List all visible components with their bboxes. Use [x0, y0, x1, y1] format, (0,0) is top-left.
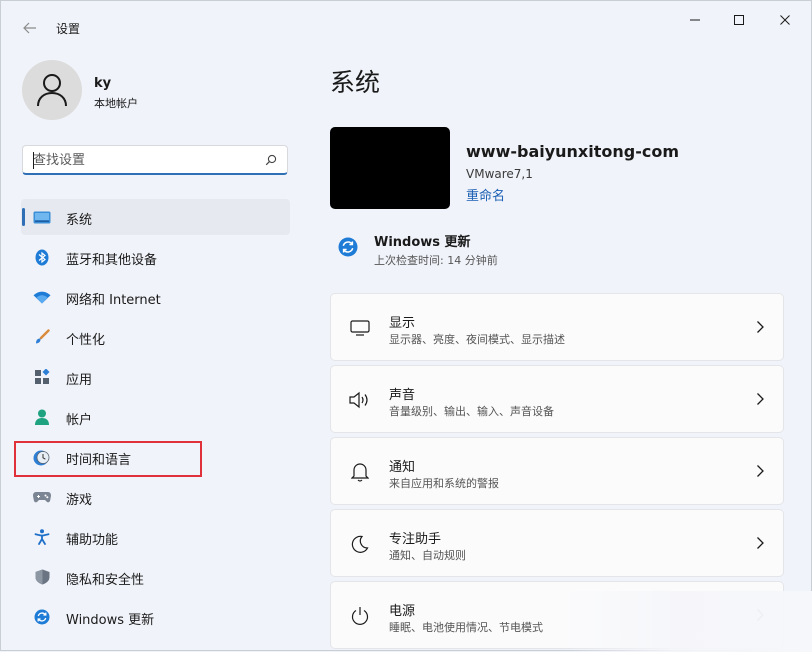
- card-title: 通知: [389, 460, 416, 475]
- card-notifications[interactable]: 通知 来自应用和系统的警报: [330, 437, 784, 505]
- sidebar-item-label: 游戏: [66, 493, 93, 508]
- clock-globe-icon: [33, 449, 51, 465]
- windows-update-status: 上次检查时间: 14 分钟前: [374, 254, 498, 267]
- sidebar-item-label: 隐私和安全性: [66, 573, 145, 588]
- card-subtitle: 睡眠、电池使用情况、节电模式: [389, 621, 543, 634]
- wifi-icon: [33, 289, 51, 305]
- sidebar-item-apps[interactable]: 应用: [21, 359, 290, 395]
- system-display-icon: [33, 209, 51, 225]
- chevron-right-icon: [757, 393, 764, 405]
- settings-window: 设置 ky 本地帐户 系统 蓝牙和其他设备: [0, 0, 812, 652]
- device-thumbnail: [330, 127, 450, 209]
- maximize-button[interactable]: [719, 9, 759, 31]
- minimize-icon: [690, 19, 700, 21]
- sidebar-item-label: 时间和语言: [66, 453, 132, 468]
- title-bar: 设置: [1, 1, 811, 51]
- card-display[interactable]: 显示 显示器、亮度、夜间模式、显示描述: [330, 293, 784, 361]
- bluetooth-icon: [33, 249, 51, 265]
- speaker-icon: [349, 390, 371, 410]
- card-sound[interactable]: 声音 音量级别、输出、输入、声音设备: [330, 365, 784, 433]
- search-icon[interactable]: [265, 154, 277, 166]
- sidebar-item-gaming[interactable]: 游戏: [21, 479, 290, 515]
- sidebar-item-time-language[interactable]: 时间和语言: [21, 439, 290, 475]
- power-icon: [349, 606, 371, 626]
- sidebar-item-bluetooth[interactable]: 蓝牙和其他设备: [21, 239, 290, 275]
- brush-icon: [33, 329, 51, 345]
- sidebar-item-label: 网络和 Internet: [66, 293, 161, 308]
- sidebar-item-label: Windows 更新: [66, 613, 155, 628]
- close-icon: [780, 15, 790, 25]
- accessibility-icon: [33, 529, 51, 545]
- card-title: 电源: [389, 604, 416, 619]
- device-name: www-baiyunxitong-com: [466, 142, 680, 161]
- device-model: VMware7,1: [466, 167, 533, 181]
- card-subtitle: 显示器、亮度、夜间模式、显示描述: [389, 333, 565, 346]
- search-box[interactable]: [22, 145, 288, 175]
- avatar[interactable]: [22, 60, 82, 120]
- minimize-button[interactable]: [675, 9, 715, 31]
- search-input[interactable]: [33, 151, 253, 169]
- user-icon: [37, 74, 67, 107]
- sidebar-item-label: 应用: [66, 373, 93, 388]
- sidebar-item-accessibility[interactable]: 辅助功能: [21, 519, 290, 555]
- maximize-icon: [734, 15, 744, 25]
- chevron-right-icon: [757, 465, 764, 477]
- chevron-right-icon: [757, 537, 764, 549]
- page-title: 系统: [330, 68, 381, 97]
- card-focus-assist[interactable]: 专注助手 通知、自动规则: [330, 509, 784, 577]
- rename-link[interactable]: 重命名: [466, 185, 505, 204]
- arrow-left-icon: [23, 22, 36, 34]
- card-title: 显示: [389, 316, 416, 331]
- card-subtitle: 通知、自动规则: [389, 549, 466, 562]
- sidebar-item-system[interactable]: 系统: [21, 199, 290, 235]
- sidebar-item-windows-update[interactable]: Windows 更新: [21, 599, 290, 635]
- monitor-icon: [349, 318, 371, 338]
- app-title: 设置: [56, 22, 81, 36]
- account-icon: [33, 409, 51, 425]
- apps-icon: [33, 369, 51, 385]
- bell-icon: [349, 462, 371, 482]
- card-title: 声音: [389, 388, 416, 403]
- user-name: ky: [94, 76, 112, 91]
- sidebar-item-label: 帐户: [66, 413, 93, 428]
- account-type: 本地帐户: [94, 97, 138, 110]
- card-subtitle: 来自应用和系统的警报: [389, 477, 499, 490]
- chevron-right-icon: [757, 321, 764, 333]
- windows-update-title[interactable]: Windows 更新: [374, 231, 471, 250]
- back-button[interactable]: [15, 15, 45, 41]
- text-caret: [33, 152, 34, 169]
- update-icon: [33, 609, 51, 625]
- sidebar-item-privacy[interactable]: 隐私和安全性: [21, 559, 290, 595]
- active-indicator: [22, 208, 25, 226]
- close-button[interactable]: [765, 9, 805, 31]
- sidebar-item-label: 系统: [66, 213, 93, 228]
- card-power[interactable]: 电源 睡眠、电池使用情况、节电模式: [330, 581, 784, 649]
- shield-icon: [33, 569, 51, 585]
- sidebar-item-label: 个性化: [66, 333, 106, 348]
- sidebar-item-label: 蓝牙和其他设备: [66, 253, 158, 268]
- chevron-right-icon: [757, 609, 764, 621]
- sidebar-item-network[interactable]: 网络和 Internet: [21, 279, 290, 315]
- update-icon[interactable]: [338, 237, 358, 257]
- card-subtitle: 音量级别、输出、输入、声音设备: [389, 405, 554, 418]
- moon-icon: [349, 534, 371, 554]
- card-title: 专注助手: [389, 532, 442, 547]
- gamepad-icon: [33, 489, 51, 505]
- sidebar-item-label: 辅助功能: [66, 533, 119, 548]
- sidebar-item-personalization[interactable]: 个性化: [21, 319, 290, 355]
- sidebar-item-accounts[interactable]: 帐户: [21, 399, 290, 435]
